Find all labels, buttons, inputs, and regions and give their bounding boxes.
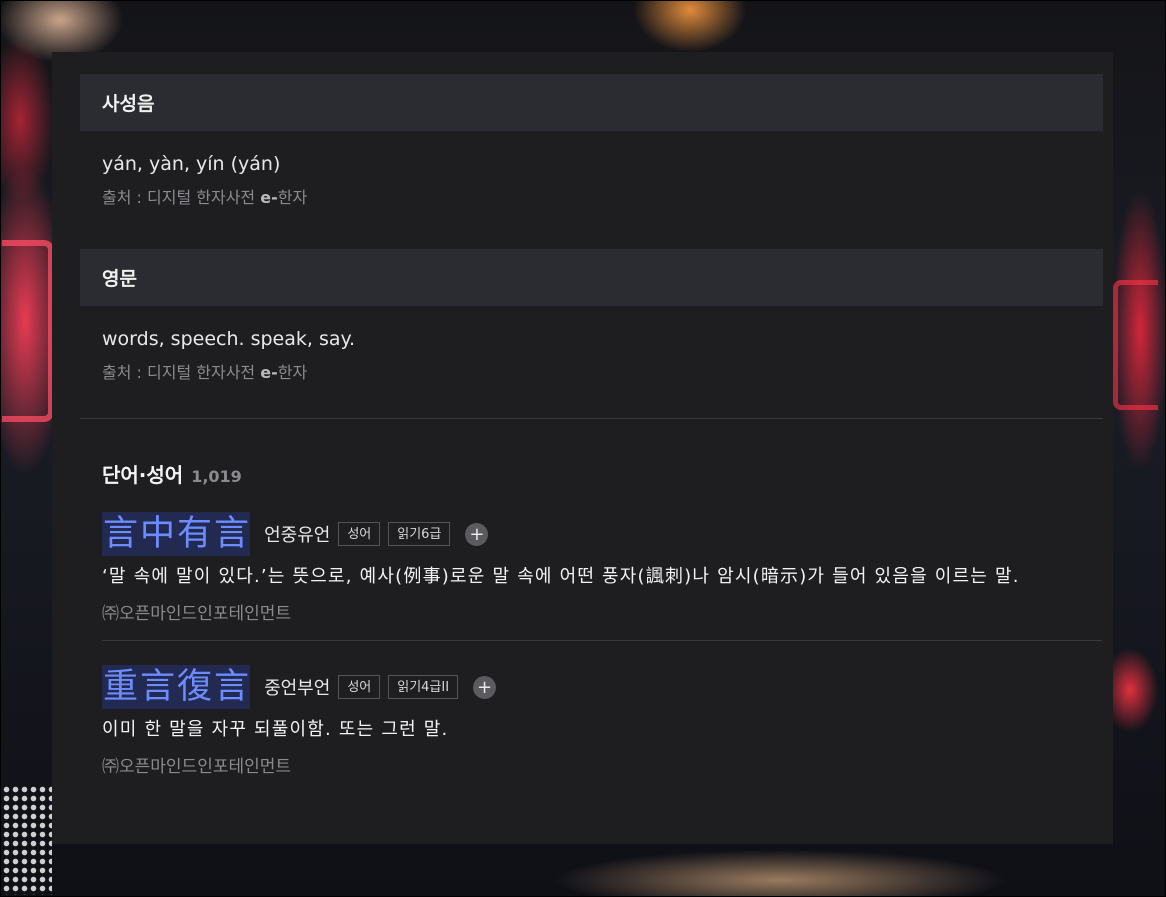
level-badge: 읽기6급 bbox=[388, 522, 451, 546]
word-meaning: ‘말 속에 말이 있다.’는 뜻으로, 예사(例事)로운 말 속에 어떤 풍자(… bbox=[102, 566, 1020, 587]
dictionary-panel: 사성음 yán, yàn, yín (yán) 출처 : 디지털 한자사전 e-… bbox=[52, 52, 1113, 844]
divider bbox=[102, 640, 1102, 641]
list-item: 重言復言 중언부언 성어 읽기4급II + 이미 한 말을 자꾸 되풀이함. 또… bbox=[80, 665, 1103, 779]
words-header: 단어·성어 1,019 bbox=[80, 459, 1102, 488]
section-title: 영문 bbox=[80, 249, 1103, 306]
source-text: 출처 : 디지털 한자사전 e-한자 bbox=[102, 188, 308, 207]
tag-badge: 성어 bbox=[338, 675, 381, 699]
section-english: 영문 words, speech. speak, say. 출처 : 디지털 한… bbox=[80, 249, 1103, 384]
section-title: 사성음 bbox=[80, 74, 1103, 131]
word-reading: 언중유언 bbox=[264, 525, 331, 546]
add-icon[interactable]: + bbox=[465, 522, 489, 546]
background-led-dots bbox=[2, 785, 52, 895]
word-reading: 중언부언 bbox=[264, 678, 331, 699]
words-title: 단어·성어 bbox=[102, 463, 184, 487]
background-neon-sign bbox=[2, 240, 54, 422]
english-text: words, speech. speak, say. bbox=[102, 328, 356, 350]
hanja-word-link[interactable]: 言中有言 bbox=[102, 512, 251, 556]
tag-badge: 성어 bbox=[338, 522, 381, 546]
level-badge: 읽기4급II bbox=[388, 675, 459, 699]
source-text: 출처 : 디지털 한자사전 e-한자 bbox=[102, 363, 308, 382]
copyright-text: ㈜오픈마인드인포테인먼트 bbox=[102, 757, 292, 777]
add-icon[interactable]: + bbox=[473, 675, 497, 699]
background-neon-sign-right bbox=[1113, 280, 1158, 410]
pronunciation-text: yán, yàn, yín (yán) bbox=[102, 153, 281, 175]
word-meaning: 이미 한 말을 자꾸 되풀이함. 또는 그런 말. bbox=[102, 719, 449, 740]
section-pronunciation: 사성음 yán, yàn, yín (yán) 출처 : 디지털 한자사전 e-… bbox=[80, 74, 1103, 209]
divider bbox=[80, 418, 1103, 419]
words-count: 1,019 bbox=[191, 467, 242, 486]
copyright-text: ㈜오픈마인드인포테인먼트 bbox=[102, 604, 292, 624]
list-item: 言中有言 언중유언 성어 읽기6급 + ‘말 속에 말이 있다.’는 뜻으로, … bbox=[80, 512, 1103, 641]
hanja-word-link[interactable]: 重言復言 bbox=[102, 665, 251, 709]
